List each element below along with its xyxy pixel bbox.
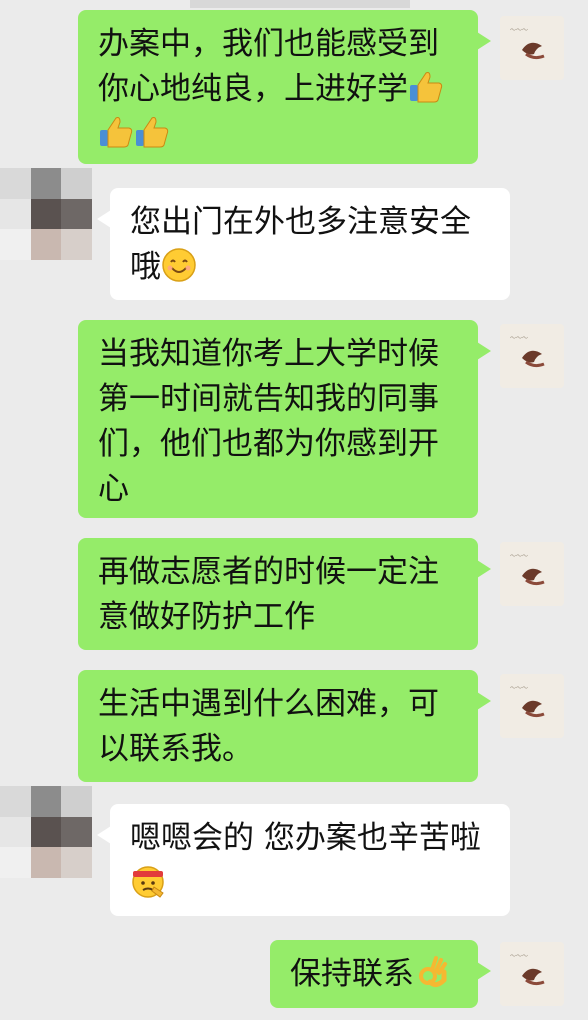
message-bubble-self[interactable]: 办案中，我们也能感受到 你心地纯良，上进好学: [78, 10, 491, 164]
previous-message-edge: [190, 0, 410, 8]
profile-photo-bird-icon: ～～～: [500, 674, 564, 738]
message-line: [130, 861, 494, 906]
message-line-text: 你心地纯良，上进好学: [98, 71, 408, 107]
chat-window: 办案中，我们也能感受到 你心地纯良，上进好学 ～～～ 您出门在外也多注意安全 哦…: [0, 0, 588, 1020]
profile-photo-bird-icon: ～～～: [500, 324, 564, 388]
smile-emoji-icon: [162, 248, 196, 282]
profile-photo-bird-icon: ～～～: [500, 16, 564, 80]
message-bubble-self[interactable]: 再做志愿者的时候一定注 意做好防护工作: [78, 538, 491, 650]
message-line: 哦: [130, 245, 494, 290]
thumbs-up-emoji-icon: [100, 117, 133, 148]
message-line: 当我知道你考上大学时候: [98, 336, 439, 372]
message-bubble-other[interactable]: 嗯嗯会的 您办案也辛苦啦: [97, 804, 510, 916]
other-avatar[interactable]: [0, 786, 92, 878]
message-line-text: 哦: [130, 249, 161, 285]
ok-hand-emoji-icon: [419, 956, 447, 988]
message-line: 们，他们也都为你感到开: [98, 426, 439, 462]
message-line: 你心地纯良，上进好学: [98, 67, 462, 112]
message-line: 再做志愿者的时候一定注: [98, 554, 439, 590]
thumbs-up-emoji-icon: [410, 72, 443, 103]
message-line: 以联系我。: [98, 731, 253, 767]
thumbs-up-emoji-icon: [136, 117, 169, 148]
svg-text:～～～: ～～～: [510, 953, 528, 960]
profile-photo-bird-icon: ～～～: [500, 542, 564, 606]
svg-text:～～～: ～～～: [510, 685, 528, 692]
svg-text:～～～: ～～～: [510, 553, 528, 560]
salute-headband-emoji-icon: [132, 866, 164, 898]
message-bubble-other[interactable]: 您出门在外也多注意安全 哦: [97, 188, 510, 300]
other-avatar[interactable]: [0, 168, 92, 260]
message-line: 嗯嗯会的 您办案也辛苦啦: [130, 820, 481, 856]
self-avatar[interactable]: ～～～: [500, 542, 564, 606]
message-bubble-self[interactable]: 保持联系: [270, 940, 491, 1008]
message-line: 意做好防护工作: [98, 599, 315, 635]
svg-text:～～～: ～～～: [510, 335, 528, 342]
message-bubble-self[interactable]: 当我知道你考上大学时候 第一时间就告知我的同事 们，他们也都为你感到开 心: [78, 320, 491, 518]
svg-text:～～～: ～～～: [510, 27, 528, 34]
message-line: [98, 112, 462, 157]
message-line: 您出门在外也多注意安全: [130, 204, 471, 240]
self-avatar[interactable]: ～～～: [500, 324, 564, 388]
self-avatar[interactable]: ～～～: [500, 674, 564, 738]
message-bubble-self[interactable]: 生活中遇到什么困难，可 以联系我。: [78, 670, 491, 782]
self-avatar[interactable]: ～～～: [500, 16, 564, 80]
message-line: 心: [98, 471, 129, 507]
profile-photo-bird-icon: ～～～: [500, 942, 564, 1006]
self-avatar[interactable]: ～～～: [500, 942, 564, 1006]
message-line: 保持联系: [290, 952, 462, 997]
message-line: 生活中遇到什么困难，可: [98, 686, 439, 722]
message-line-text: 保持联系: [290, 956, 414, 992]
message-line: 办案中，我们也能感受到: [98, 26, 439, 62]
message-line: 第一时间就告知我的同事: [98, 381, 439, 417]
